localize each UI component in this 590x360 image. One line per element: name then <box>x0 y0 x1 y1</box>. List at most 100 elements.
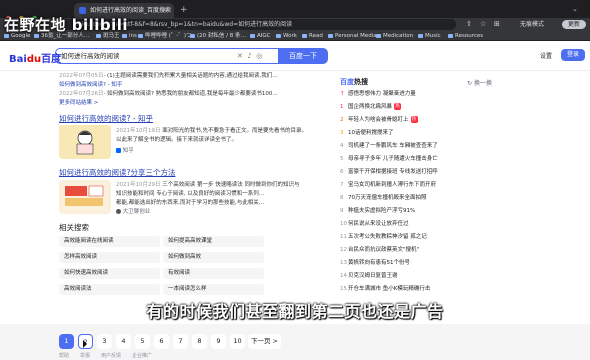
hot-search-item[interactable]: 13黄帆转向有患有51个份号 <box>340 259 410 267</box>
page-number-button[interactable]: 7 <box>173 334 188 349</box>
result-title[interactable]: 如何进行高效的阅读?分享三个方法 <box>59 167 175 178</box>
footer-link[interactable]: 举报 <box>80 352 90 359</box>
extensions-icon[interactable]: ⊞ <box>494 18 500 31</box>
page-number-button[interactable]: 1 <box>59 334 74 349</box>
bookmark-item[interactable]: (20 封私信 / 8 条… <box>190 31 246 41</box>
hot-search-item[interactable]: 2 年轻人为啥会被骨媳盯上热 <box>340 116 418 124</box>
hot-rank: 12 <box>340 247 347 253</box>
tab-title: 如何进行高效的阅读_百度搜索 <box>90 7 172 14</box>
search-button[interactable]: 百度一下 <box>278 48 328 64</box>
related-search-item[interactable]: 怎样高效阅读 <box>59 252 160 263</box>
bookmark-icon <box>138 33 143 38</box>
hot-search-item[interactable]: 5 母亲寻子多年 儿子随遭火车撞击身亡 <box>340 155 438 163</box>
hot-search-item[interactable]: 11五次考公失败教粽神汐留 孤之记 <box>340 233 427 241</box>
hot-rank: 14 <box>340 273 347 279</box>
hot-item-label: 宝马女司机新到撞人溥行东下而开府 <box>348 182 437 188</box>
related-search-item[interactable]: 高效阅读法 <box>59 284 160 295</box>
tab-close-icon[interactable]: × <box>162 3 167 18</box>
clear-icon[interactable]: ✕ <box>237 52 243 60</box>
page-number-button[interactable]: 5 <box>135 334 150 349</box>
hot-item-label: 黄帆转向有患有51个份号 <box>348 260 410 266</box>
hot-item-label: 70万天宠僵车撞机毁来全面拍照 <box>348 195 427 201</box>
bookmark-item[interactable]: Personal Media <box>328 31 377 41</box>
page-number-button[interactable]: 3 <box>97 334 112 349</box>
bookmark-item[interactable]: Read <box>302 31 323 41</box>
bookmark-item[interactable]: Medication <box>376 31 413 41</box>
related-search-item[interactable]: 高效能阅读在线阅读 <box>59 236 160 247</box>
related-search-item[interactable]: 如何快速高效阅读 <box>59 268 160 279</box>
login-button[interactable]: 登录 <box>561 49 585 61</box>
video-watermark: 在野在地 bilibili <box>4 16 129 34</box>
result-source[interactable]: 大卫聊创业 <box>116 207 150 215</box>
hot-search-item[interactable]: 6 富豪千开保柑据接班 专线发送打招呼 <box>340 168 438 176</box>
mouse-cursor-icon <box>83 340 87 348</box>
page-number-button[interactable]: 9 <box>211 334 226 349</box>
hot-search-item[interactable]: 10何民说从来没让放弃任过 <box>340 220 409 228</box>
settings-link[interactable]: 设置 <box>540 51 552 60</box>
result-title[interactable]: 如何进行高效的阅读? - 知乎 <box>59 113 153 124</box>
bookmark-star-icon[interactable]: ☆ <box>480 18 486 31</box>
bookmark-icon <box>302 33 307 38</box>
hot-search-item[interactable]: 15开仓车满城市 鱼小K模玩精确行击 <box>340 285 430 293</box>
bookmark-item[interactable]: Music <box>418 31 441 41</box>
page-number-button[interactable]: 4 <box>116 334 131 349</box>
tab-search-icon[interactable]: ⌄ <box>572 3 578 16</box>
more-results-link[interactable]: 更多同站结果 > <box>59 98 98 106</box>
related-search-item[interactable]: 如何做到高效 <box>163 252 264 263</box>
result-sublink[interactable]: 如何做到高效阅读? - 知乎 <box>59 80 122 88</box>
bookmark-icon <box>190 33 195 38</box>
bookmark-item[interactable]: 哔哩哔哩 (゜-゜)つ <box>138 31 192 41</box>
hot-item-label: 种瘟夫实虚拟险产浮亏91% <box>348 208 416 214</box>
footer-link[interactable]: 用户反馈 <box>101 352 121 359</box>
result-snippet: 2022年07月05日· (1)主题阅读需要我们先积累大量相关话题的内容,通过给… <box>59 73 278 79</box>
bookmark-icon <box>376 33 381 38</box>
update-button[interactable]: 更新 <box>562 20 586 29</box>
page-number-button[interactable]: 8 <box>192 334 207 349</box>
related-search-item[interactable]: 一本阅读怎么样 <box>163 284 264 295</box>
related-search-item[interactable]: 有效阅读 <box>163 268 264 279</box>
related-search-item[interactable]: 如何提高高效课堂 <box>163 236 264 247</box>
refresh-hot-button[interactable]: ↻ 换一换 <box>467 78 492 87</box>
hot-item-label: 国企两换北扁风暴 <box>348 104 393 110</box>
hot-rank: 8 <box>340 195 344 201</box>
refresh-icon: ↻ <box>467 80 473 87</box>
voice-search-icon[interactable]: ♪ <box>247 52 251 60</box>
image-search-icon[interactable]: ◎ <box>256 52 262 60</box>
hot-search-item[interactable]: 8 70万天宠僵车撞机毁来全面拍照 <box>340 194 427 202</box>
share-icon[interactable]: ⇧ <box>466 18 472 31</box>
hot-item-label: 司机建了一条鹏风车 车厢被查查来了 <box>348 143 438 149</box>
page-number-button[interactable]: 6 <box>154 334 169 349</box>
hot-search-item[interactable]: 9 种瘟夫实虚拟险产浮亏91% <box>340 207 415 215</box>
incognito-label[interactable]: 无痕模式 <box>520 20 544 29</box>
search-tools: ✕ ♪ ◎ <box>237 49 262 63</box>
bookmark-icon <box>328 33 333 38</box>
hot-item-label: 10话便利搅搅来了 <box>348 130 394 136</box>
hot-search-item[interactable]: 12台民众而抗议政蔡英文"搜机" <box>340 246 419 254</box>
result-thumbnail[interactable] <box>59 180 111 214</box>
footer-link[interactable]: 企业推广 <box>132 352 152 359</box>
bookmark-item[interactable]: Work <box>276 31 297 41</box>
hot-search-item[interactable]: 3 10话便利搅搅来了 <box>340 129 394 137</box>
result-thumbnail[interactable] <box>59 125 111 159</box>
hot-badge: 热 <box>410 116 418 123</box>
footer-link[interactable]: 帮助 <box>59 352 69 359</box>
hot-item-label: 富豪千开保柑据接班 专线发送打招呼 <box>348 169 438 175</box>
bookmark-item[interactable]: AIGC <box>250 31 271 41</box>
hot-search-item[interactable]: 7 宝马女司机新到撞人溥行东下而开府 <box>340 181 436 189</box>
baidu-favicon-icon <box>79 7 86 14</box>
hot-search-item[interactable]: 1 国企两换北扁风暴热 <box>340 103 402 111</box>
next-page-button[interactable]: 下一页 > <box>248 334 281 349</box>
bookmark-item[interactable]: Resources <box>448 31 483 41</box>
bookmark-icon <box>448 33 453 38</box>
hot-rank: 3 <box>340 130 344 136</box>
hot-search-item[interactable]: 4 司机建了一条鹏风车 车厢被查查来了 <box>340 142 438 150</box>
result-snippet: 知识技能和时间 专心于阅读, 以及良好的阅读习惯和一系列… <box>116 191 265 197</box>
baidu-logo[interactable]: Baidu百度 <box>9 50 61 65</box>
result-source[interactable]: 知乎 <box>116 146 134 154</box>
result-snippet: 都能,都能选出好的东西来,而对于学习的那些技能,与此相关… <box>116 200 265 206</box>
page-number-button[interactable]: 10 <box>230 334 245 349</box>
hot-search-item[interactable]: 14贝克汉姆日复曾王谢 <box>340 272 398 280</box>
new-tab-icon[interactable]: + <box>180 3 188 18</box>
hot-search-item[interactable]: ↑ 感悟思想伟力 凝聚奋进力量 <box>340 90 416 98</box>
hot-rank: 6 <box>340 169 344 175</box>
